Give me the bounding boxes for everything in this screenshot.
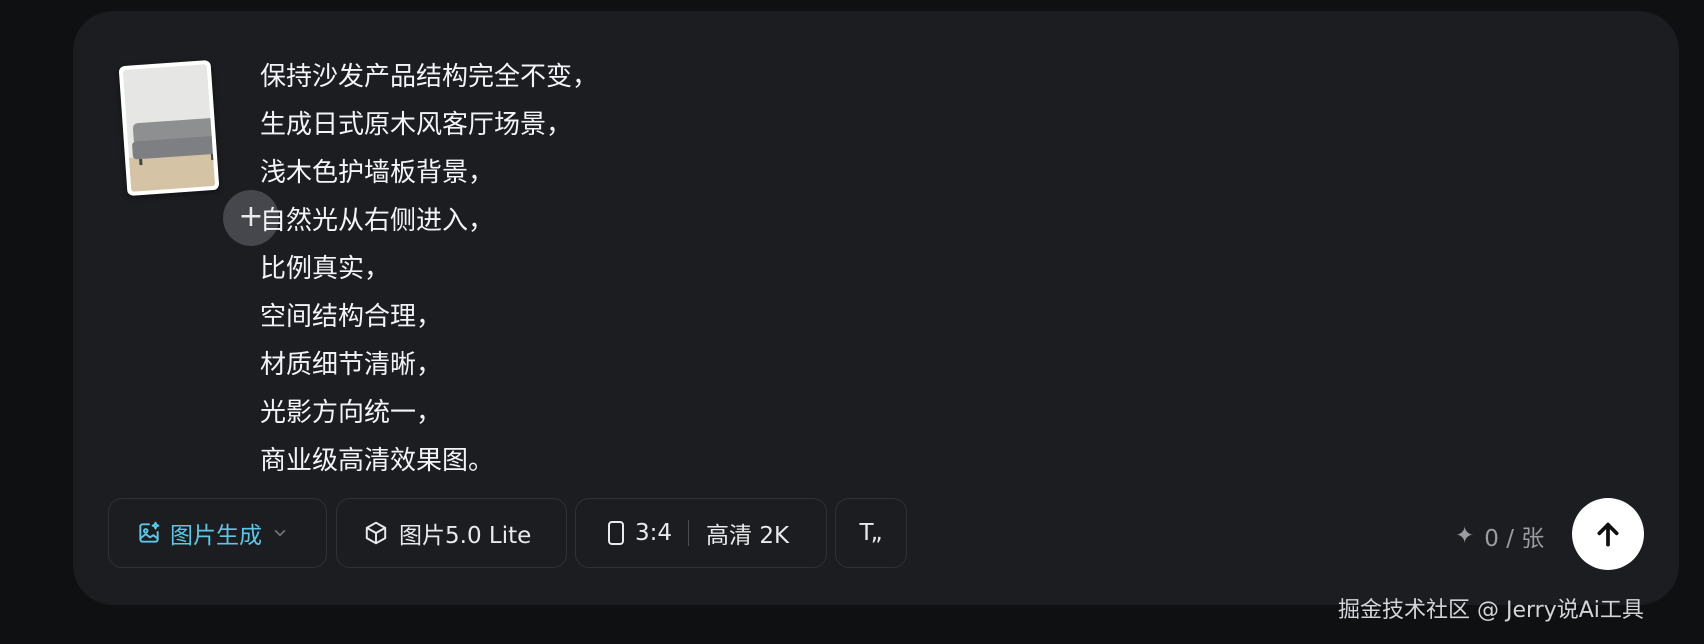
mode-label: 图片生成 [170, 523, 262, 549]
prompt-line: 光影方向统一， [260, 398, 443, 428]
aspect-ratio-label: 3:4 [635, 520, 673, 546]
send-button[interactable] [1572, 498, 1644, 570]
image-generate-icon [139, 521, 160, 543]
cube-icon [365, 521, 387, 545]
credits-label: 0 / 张 [1484, 526, 1545, 552]
prompt-line: 空间结构合理， [260, 302, 443, 332]
prompt-line: 商业级高清效果图。 [260, 446, 495, 476]
prompt-textarea[interactable]: 保持沙发产品结构完全不变， 生成日式原木风客厅场景， 浅木色护墙板背景， 自然光… [260, 53, 598, 485]
prompt-line: 比例真实， [260, 254, 391, 284]
arrow-up-icon [1597, 522, 1619, 547]
text-style-icon: T„ [859, 520, 883, 546]
prompt-composer-card: + 保持沙发产品结构完全不变， 生成日式原木风客厅场景， 浅木色护墙板背景， 自… [73, 11, 1679, 605]
divider [688, 520, 690, 546]
ratio-quality-button[interactable]: 3:4 高清 2K [575, 498, 827, 568]
chevron-down-icon [274, 529, 286, 537]
aspect-ratio-icon [608, 521, 624, 545]
prompt-line: 保持沙发产品结构完全不变， [260, 62, 599, 92]
watermark-text: 掘金技术社区 @ Jerry说Ai工具 [1338, 598, 1644, 623]
mode-select-button[interactable]: 图片生成 [108, 498, 327, 568]
credits-counter: ✦ 0 / 张 [1455, 519, 1544, 553]
reference-image-thumbnail[interactable] [118, 59, 220, 197]
reference-image-slot[interactable]: + [115, 55, 279, 246]
model-select-button[interactable]: 图片5.0 Lite [336, 498, 567, 568]
quality-label: 高清 2K [706, 523, 790, 549]
text-style-button[interactable]: T„ [835, 498, 907, 568]
model-label: 图片5.0 Lite [399, 523, 532, 549]
prompt-line: 自然光从右侧进入， [260, 206, 495, 236]
prompt-line: 材质细节清晰， [260, 350, 443, 380]
sparkle-icon: ✦ [1455, 523, 1475, 549]
prompt-line: 生成日式原木风客厅场景， [260, 110, 573, 140]
prompt-line: 浅木色护墙板背景， [260, 158, 495, 188]
